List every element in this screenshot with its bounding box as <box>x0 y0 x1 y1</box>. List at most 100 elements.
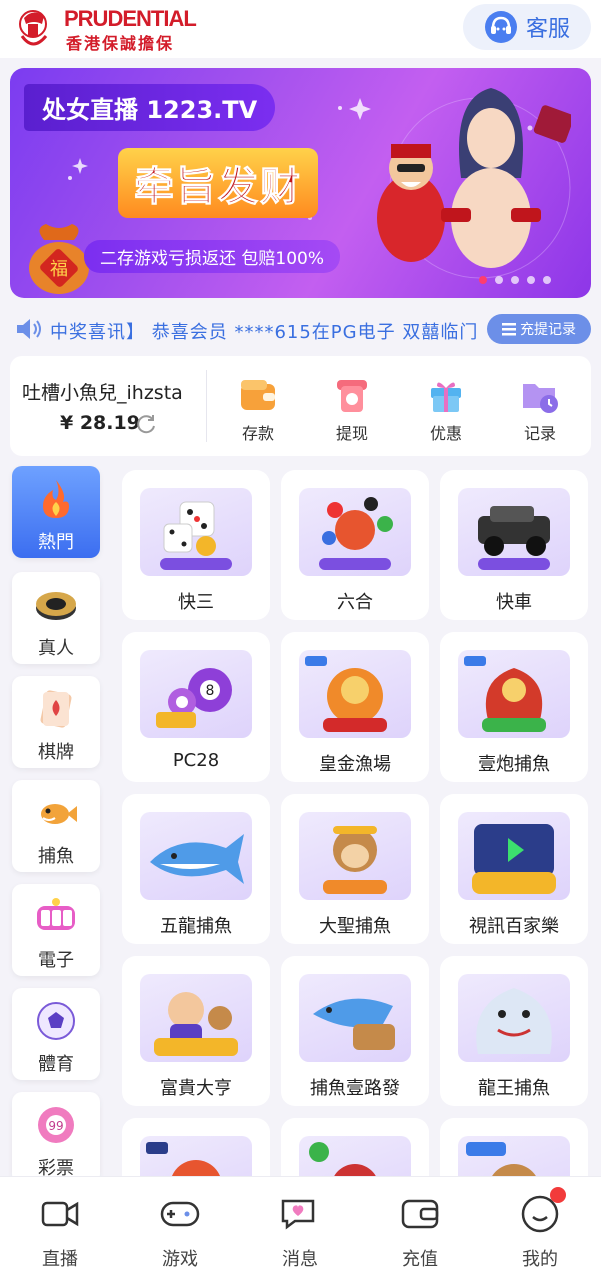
game-name: 龍王捕魚 <box>478 1078 550 1099</box>
chat-heart-icon <box>281 1199 315 1230</box>
withdraw-icon <box>337 380 367 412</box>
prudential-logo-icon <box>19 10 48 46</box>
game-tile-kuaisan[interactable]: 快三 <box>122 470 270 620</box>
withdraw-button[interactable]: 提现 <box>320 374 384 443</box>
speaker-icon <box>17 319 41 339</box>
game-thumbnail <box>140 974 252 1062</box>
game-name: 富貴大亨 <box>160 1078 232 1099</box>
records-button[interactable]: 记录 <box>508 374 572 443</box>
game-tile-dasheng-buyu[interactable]: 大聖捕魚 <box>281 794 429 944</box>
game-name: 快三 <box>178 592 214 613</box>
banner-tagline: 处女直播 1223.TV <box>24 84 276 131</box>
banner-subline: 二存游戏亏损返还 包赔100% <box>84 240 341 273</box>
game-name: 五龍捕魚 <box>160 916 232 937</box>
category-lottery[interactable]: 99 彩票 <box>12 1092 100 1184</box>
pagination-dot[interactable] <box>543 276 551 284</box>
nav-label: 我的 <box>522 1249 558 1270</box>
game-thumbnail <box>458 974 570 1062</box>
game-tile-wulong-buyu[interactable]: 五龍捕魚 <box>122 794 270 944</box>
list-icon <box>502 323 516 336</box>
headset-icon <box>484 11 517 43</box>
game-name: 視訊百家樂 <box>469 916 559 937</box>
pagination-dot[interactable] <box>495 276 503 284</box>
game-thumbnail <box>140 488 252 576</box>
svg-text:99: 99 <box>48 1119 63 1133</box>
nav-label: 直播 <box>42 1249 78 1270</box>
refresh-icon[interactable] <box>134 412 158 436</box>
banner-character-illustration <box>377 88 571 268</box>
lottery-ball-icon: 99 <box>38 1107 74 1143</box>
game-tile-longwang-buyu[interactable]: 龍王捕魚 <box>440 956 588 1106</box>
nav-messages[interactable]: 消息 <box>260 1193 340 1271</box>
username: 吐槽小魚兒_ihzsta <box>22 382 183 404</box>
account-card: 吐槽小魚兒_ihzsta ¥ 28.19 存款 提现 优惠 记录 <box>10 356 591 456</box>
category-slots[interactable]: 電子 <box>12 884 100 976</box>
game-tile-huangjin-yuchang[interactable]: 皇金漁場 <box>281 632 429 782</box>
category-label: 體育 <box>38 1054 74 1075</box>
game-tile-pc28[interactable]: 8 PC28 <box>122 632 270 782</box>
banner-pagination <box>479 276 551 284</box>
category-sports[interactable]: 體育 <box>12 988 100 1080</box>
announcement-bar: 中奖喜讯】 恭喜会员 ****615在PG电子 双囍临门 充提记录 <box>0 308 601 350</box>
category-hot[interactable]: 熱門 <box>12 466 100 558</box>
deposit-button[interactable]: 存款 <box>226 374 290 443</box>
promo-banner[interactable]: 处女直播 1223.TV 牵旨发财 福 二存游戏亏损返还 包赔100% <box>10 68 591 298</box>
pagination-dot[interactable] <box>527 276 535 284</box>
lottery-balls-icon <box>319 497 393 570</box>
gamepad-icon <box>160 1201 200 1227</box>
deposit-label: 存款 <box>241 424 274 443</box>
game-name: 大聖捕魚 <box>319 916 391 937</box>
nav-label: 充值 <box>402 1249 438 1270</box>
game-tile-yipao-buyu[interactable]: 壹炮捕魚 <box>440 632 588 782</box>
bag-char: 福 <box>50 259 68 280</box>
game-tile-buyu-yilufa[interactable]: 捕魚壹路發 <box>281 956 429 1106</box>
gift-icon <box>431 382 461 412</box>
game-name: 壹炮捕魚 <box>478 754 550 775</box>
monkey-king-icon <box>323 826 387 894</box>
dragon-king-icon <box>476 988 552 1054</box>
balance: ¥ 28.19 <box>60 412 140 434</box>
playing-card-icon <box>40 690 72 728</box>
game-tile-fugui-daheng[interactable]: 富貴大亨 <box>122 956 270 1106</box>
records-label: 记录 <box>523 424 556 443</box>
baccarat-tv-icon <box>472 824 556 894</box>
category-label: 熱門 <box>38 532 74 553</box>
game-thumbnail <box>299 650 411 738</box>
game-name: 快車 <box>496 592 532 613</box>
withdraw-label: 提现 <box>335 424 368 443</box>
game-name: 捕魚壹路發 <box>310 1078 400 1099</box>
nav-games[interactable]: 游戏 <box>140 1193 220 1271</box>
pagination-dot[interactable] <box>511 276 519 284</box>
promotions-label: 优惠 <box>429 424 462 443</box>
category-cards[interactable]: 棋牌 <box>12 676 100 768</box>
promotions-button[interactable]: 优惠 <box>414 374 478 443</box>
category-fishing[interactable]: 捕魚 <box>12 780 100 872</box>
nav-live[interactable]: 直播 <box>20 1193 100 1271</box>
fish-icon <box>41 804 77 824</box>
category-live[interactable]: 真人 <box>12 572 100 664</box>
prudential-logo: PRUDENTIAL 香港保誠擔保 <box>8 4 197 53</box>
svg-text:8: 8 <box>206 683 215 699</box>
game-name: 皇金漁場 <box>319 754 391 775</box>
game-thumbnail <box>299 974 411 1062</box>
dragon-icon <box>464 656 546 732</box>
brand-subtitle: 香港保誠擔保 <box>66 34 175 53</box>
pagination-dot[interactable] <box>479 276 487 284</box>
slot-machine-icon <box>37 898 75 930</box>
game-tile-baccarat[interactable]: 視訊百家樂 <box>440 794 588 944</box>
game-tile-liuhe[interactable]: 六合 <box>281 470 429 620</box>
flame-icon <box>43 480 69 518</box>
folder-clock-icon <box>523 384 558 413</box>
recharge-history-button[interactable]: 充提记录 <box>487 314 591 344</box>
bottom-nav: 直播 游戏 消息 充值 我的 <box>0 1176 601 1280</box>
customer-service-button[interactable]: 客服 <box>463 4 591 50</box>
game-tile-kuaiche[interactable]: 快車 <box>440 470 588 620</box>
nav-recharge[interactable]: 充值 <box>380 1193 460 1271</box>
nav-profile[interactable]: 我的 <box>500 1187 580 1271</box>
game-thumbnail: 8 <box>140 650 252 738</box>
tycoon-icon <box>154 992 238 1056</box>
nav-label: 消息 <box>282 1249 318 1270</box>
dice-icon <box>160 501 232 570</box>
customer-service-label: 客服 <box>525 17 570 42</box>
category-label: 真人 <box>38 638 74 659</box>
